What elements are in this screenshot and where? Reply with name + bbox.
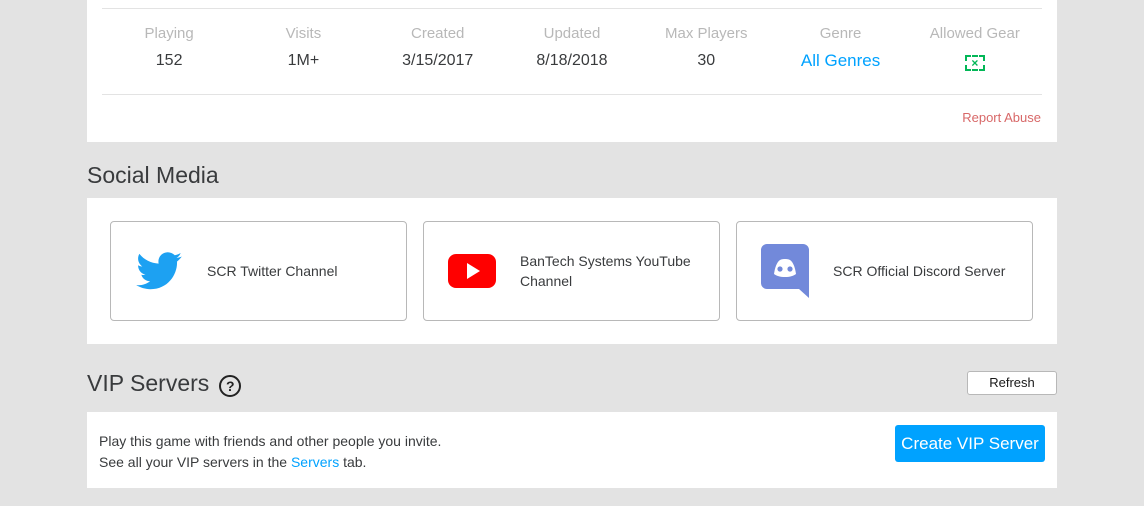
social-link-label: BanTech Systems YouTube Channel bbox=[520, 253, 691, 289]
discord-icon bbox=[761, 244, 809, 298]
stat-label: Visits bbox=[285, 25, 322, 42]
stat-genre: Genre All Genres bbox=[773, 9, 907, 94]
stat-visits: Visits 1M+ bbox=[236, 9, 370, 94]
vip-servers-heading: VIP Servers ? bbox=[87, 370, 242, 397]
vip-line-1: Play this game with friends and other pe… bbox=[99, 433, 442, 449]
discord-icon-wrap bbox=[737, 244, 833, 298]
social-link-label: SCR Official Discord Server bbox=[833, 263, 1006, 279]
stat-value: 1M+ bbox=[287, 52, 320, 69]
stat-created: Created 3/15/2017 bbox=[371, 9, 505, 94]
twitter-icon-wrap bbox=[111, 252, 207, 290]
youtube-icon-wrap bbox=[424, 254, 520, 288]
refresh-button[interactable]: Refresh bbox=[967, 371, 1057, 395]
social-link-label: SCR Twitter Channel bbox=[207, 263, 338, 279]
help-icon[interactable]: ? bbox=[219, 374, 242, 397]
create-vip-server-button[interactable]: Create VIP Server bbox=[895, 425, 1045, 462]
vip-description: Play this game with friends and other pe… bbox=[99, 431, 441, 473]
youtube-icon bbox=[448, 254, 496, 288]
stat-value: 152 bbox=[155, 52, 183, 69]
no-gear-allowed-icon: × bbox=[964, 55, 985, 71]
social-link-youtube[interactable]: BanTech Systems YouTube Channel bbox=[423, 221, 720, 321]
game-stats-panel: Playing 152 Visits 1M+ Created 3/15/2017… bbox=[87, 0, 1057, 142]
vip-servers-panel: Play this game with friends and other pe… bbox=[87, 412, 1057, 488]
social-media-panel: SCR Twitter Channel BanTech Systems YouT… bbox=[87, 198, 1057, 344]
social-link-twitter[interactable]: SCR Twitter Channel bbox=[110, 221, 407, 321]
twitter-icon bbox=[136, 252, 182, 290]
vip-line-2: See all your VIP servers in the Servers … bbox=[99, 452, 441, 473]
stat-label: Playing bbox=[144, 25, 194, 42]
stat-label: Max Players bbox=[665, 25, 748, 42]
social-media-heading: Social Media bbox=[87, 162, 219, 188]
game-stats-row: Playing 152 Visits 1M+ Created 3/15/2017… bbox=[102, 8, 1042, 95]
vip-servers-title: VIP Servers bbox=[87, 370, 210, 396]
stat-value: 30 bbox=[697, 52, 716, 69]
stat-label: Updated bbox=[543, 25, 601, 42]
stat-value: 3/15/2017 bbox=[402, 52, 474, 69]
genre-link[interactable]: All Genres bbox=[773, 51, 907, 71]
stat-label: Genre bbox=[819, 25, 862, 42]
stat-label: Created bbox=[411, 25, 465, 42]
stat-value: 8/18/2018 bbox=[536, 52, 608, 69]
servers-tab-link[interactable]: Servers bbox=[291, 454, 339, 470]
stat-label: Allowed Gear bbox=[929, 25, 1020, 42]
stat-max-players: Max Players 30 bbox=[639, 9, 773, 94]
stat-playing: Playing 152 bbox=[102, 9, 236, 94]
stat-allowed-gear: Allowed Gear × bbox=[908, 9, 1042, 94]
vip-line-2-suffix: tab. bbox=[339, 454, 367, 470]
social-link-discord[interactable]: SCR Official Discord Server bbox=[736, 221, 1033, 321]
report-abuse-link[interactable]: Report Abuse bbox=[962, 110, 1041, 125]
stat-updated: Updated 8/18/2018 bbox=[505, 9, 639, 94]
vip-line-2-prefix: See all your VIP servers in the bbox=[99, 454, 291, 470]
